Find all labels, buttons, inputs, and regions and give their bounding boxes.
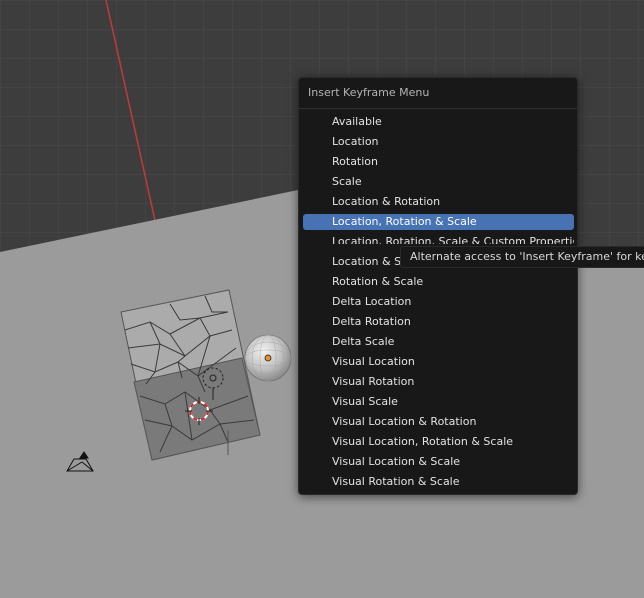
menu-title: Insert Keyframe Menu <box>308 86 430 99</box>
menu-item-rotation-scale[interactable]: Rotation & Scale <box>303 274 574 290</box>
menu-item-visual-rotation-scale[interactable]: Visual Rotation & Scale <box>303 474 574 490</box>
origin-icon[interactable] <box>264 354 272 362</box>
menu-item-visual-location-rotation-scale[interactable]: Visual Location, Rotation & Scale <box>303 434 574 450</box>
menu-item-visual-scale[interactable]: Visual Scale <box>303 394 574 410</box>
menu-item-visual-location-scale[interactable]: Visual Location & Scale <box>303 454 574 470</box>
menu-item-visual-location-rotation[interactable]: Visual Location & Rotation <box>303 414 574 430</box>
menu-item-delta-location[interactable]: Delta Location <box>303 294 574 310</box>
menu-item-location-rotation-scale[interactable]: Location, Rotation & Scale <box>303 214 574 230</box>
menu-item-delta-scale[interactable]: Delta Scale <box>303 334 574 350</box>
menu-item-location-rotation-scale-custom-properties[interactable]: Location, Rotation, Scale & Custom Prope… <box>303 234 574 244</box>
menu-item-scale[interactable]: Scale <box>303 174 574 190</box>
menu-item-available[interactable]: Available <box>303 114 574 130</box>
menu-item-rotation[interactable]: Rotation <box>303 154 574 170</box>
insert-keyframe-menu: Insert Keyframe Menu Available Location … <box>298 77 578 495</box>
menu-separator <box>299 108 577 109</box>
menu-item-location-rotation[interactable]: Location & Rotation <box>303 194 574 210</box>
menu-item-delta-rotation[interactable]: Delta Rotation <box>303 314 574 330</box>
menu-item-visual-location[interactable]: Visual Location <box>303 354 574 370</box>
menu-item-location[interactable]: Location <box>303 134 574 150</box>
menu-item-visual-rotation[interactable]: Visual Rotation <box>303 374 574 390</box>
tooltip: Alternate access to 'Insert Keyframe' fo… <box>400 246 644 268</box>
